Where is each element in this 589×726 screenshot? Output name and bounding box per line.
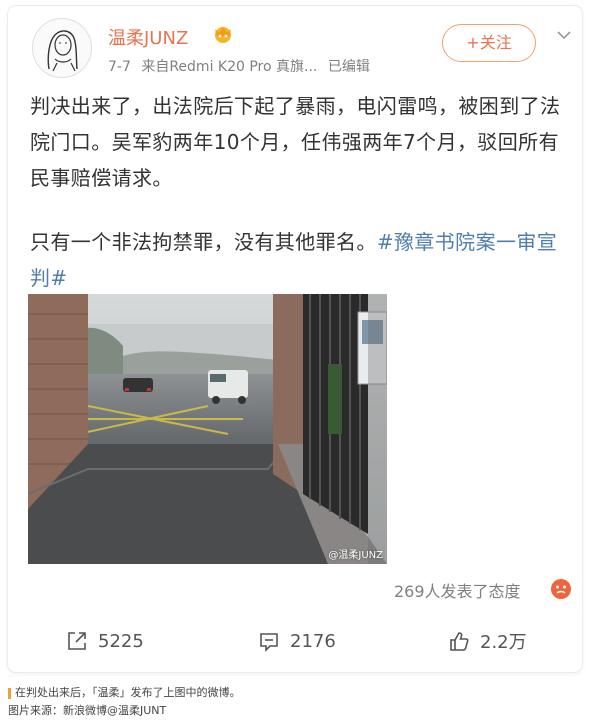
image-watermark: @温柔JUNZ [328, 550, 383, 561]
vip-badge-icon [215, 27, 231, 43]
post-source: 来自Redmi K20 Pro 真旗... [141, 59, 318, 75]
post-image[interactable]: @温柔JUNZ [28, 294, 387, 564]
post-paragraph-2-text: 只有一个非法拘禁罪，没有其他罪名。 [30, 230, 377, 254]
comment-icon [260, 633, 278, 652]
avatar[interactable] [32, 18, 92, 78]
edited-label[interactable]: 已编辑 [328, 59, 370, 75]
follow-button[interactable]: +关注 [442, 24, 536, 62]
post-paragraph-1: 判决出来了，出法院后下起了暴雨，电闪雷鸣，被困到了法院门口。吴军豹两年10个月，… [30, 94, 561, 190]
weibo-post-card: 温柔JUNZ 7-7 来自Redmi K20 Pro 真旗... 已编辑 +关注… [8, 6, 582, 672]
caption-text-1: 在判处出来后，「温柔」发布了上图中的微博。 [15, 686, 241, 699]
post-body: 判决出来了，出法院后下起了暴雨，电闪雷鸣，被困到了法院门口。吴军豹两年10个月，… [30, 88, 570, 296]
post-date[interactable]: 7-7 [108, 59, 131, 75]
comment-count: 2176 [290, 630, 336, 652]
like-icon [450, 632, 469, 651]
caption-line-1: 在判处出来后，「温柔」发布了上图中的微博。 [8, 684, 241, 702]
repost-count: 5225 [98, 630, 144, 652]
post-meta: 7-7 来自Redmi K20 Pro 真旗... 已编辑 [108, 56, 376, 76]
chevron-down-icon[interactable] [556, 28, 572, 42]
reaction-face-icon[interactable] [550, 578, 572, 600]
caption-bar [8, 687, 11, 699]
like-count: 2.2万 [480, 632, 527, 653]
image-caption: 在判处出来后，「温柔」发布了上图中的微博。 图片来源：新浪微博@温柔JUNT [8, 684, 241, 720]
action-bar: 5225 2176 2.2万 [8, 618, 582, 666]
post-paragraph-2: 只有一个非法拘禁罪，没有其他罪名。#豫章书院案一审宣判# [30, 224, 570, 296]
attitude-count[interactable]: 269人发表了态度 [394, 578, 521, 602]
like-button[interactable]: 2.2万 [448, 628, 527, 654]
repost-button[interactable]: 5225 [66, 628, 144, 654]
repost-icon [68, 632, 86, 650]
comment-button[interactable]: 2176 [258, 628, 336, 654]
caption-line-2: 图片来源：新浪微博@温柔JUNT [8, 704, 167, 717]
username[interactable]: 温柔JUNZ [108, 24, 188, 50]
